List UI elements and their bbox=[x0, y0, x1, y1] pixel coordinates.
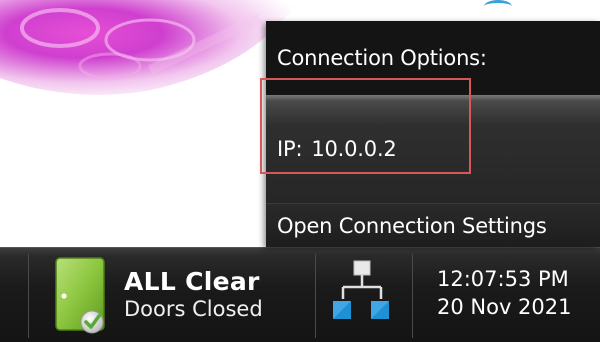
taskbar-divider bbox=[315, 254, 316, 338]
taskbar: ALL Clear Doors Closed 12:07:53 PM 20 No… bbox=[0, 247, 600, 342]
connection-options-menu: Connection Options: IP: 10.0.0.2 Open Co… bbox=[266, 21, 600, 247]
status-title: ALL Clear bbox=[124, 267, 260, 296]
network-connection-icon[interactable] bbox=[331, 257, 391, 335]
clock[interactable]: 12:07:53 PM 20 Nov 2021 bbox=[437, 266, 572, 321]
wifi-arc-icon bbox=[484, 0, 512, 13]
ip-value: 10.0.0.2 bbox=[311, 137, 397, 161]
open-connection-settings-item[interactable]: Open Connection Settings bbox=[266, 203, 600, 247]
menu-header-label: Connection Options: bbox=[277, 46, 487, 70]
status-subtitle: Doors Closed bbox=[124, 297, 263, 321]
ip-address: IP: 10.0.0.2 bbox=[277, 137, 397, 161]
taskbar-divider bbox=[412, 254, 413, 338]
menu-item-ip[interactable]: IP: 10.0.0.2 bbox=[266, 95, 600, 203]
door-status[interactable]: ALL Clear Doors Closed bbox=[124, 268, 263, 322]
door-closed-check-icon[interactable] bbox=[54, 256, 108, 336]
ip-label: IP: bbox=[277, 137, 303, 161]
clock-time: 12:07:53 PM bbox=[437, 267, 569, 291]
clock-date: 20 Nov 2021 bbox=[437, 295, 572, 319]
taskbar-divider bbox=[28, 254, 29, 338]
menu-header: Connection Options: bbox=[266, 21, 600, 95]
open-connection-settings-label: Open Connection Settings bbox=[277, 213, 547, 238]
